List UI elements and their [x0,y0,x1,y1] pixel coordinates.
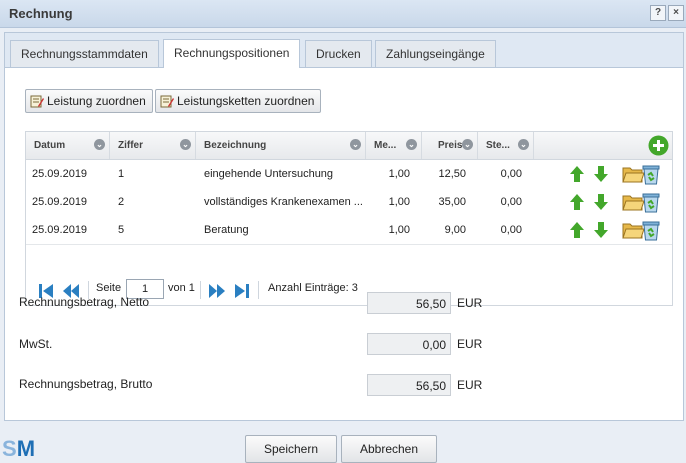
open-folder-icon[interactable] [622,220,644,240]
cell-steuer: 0,00 [500,224,522,236]
column-menu-icon[interactable]: ⌄ [462,139,473,150]
table-row[interactable]: 25.09.2019 2 vollständiges Krankenexamen… [26,188,672,217]
column-menu-icon[interactable]: ⌄ [518,139,529,150]
delete-icon[interactable] [642,191,660,213]
help-button[interactable]: ? [650,5,666,21]
assign-service-label: Leistung zuordnen [47,94,146,108]
grid-header: Datum ⌄ Ziffer ⌄ Bezeichnung ⌄ Me... ⌄ Preis… [26,132,672,160]
netto-currency: EUR [457,296,483,310]
cell-bezeichnung: eingehende Untersuchung [204,168,334,180]
brutto-currency: EUR [457,378,483,392]
window-titlebar: Rechnung ? × [0,0,686,28]
cell-steuer: 0,00 [500,196,522,208]
tab-zahlungseingaenge[interactable]: Zahlungseingänge [375,40,496,67]
cell-datum: 25.09.2019 [32,224,88,236]
column-menu-icon[interactable]: ⌄ [180,139,191,150]
column-menu-icon[interactable]: ⌄ [350,139,361,150]
mwst-currency: EUR [457,337,483,351]
delete-icon[interactable] [642,219,660,241]
mwst-label: MwSt. [19,337,53,351]
assign-chain-label: Leistungsketten zuordnen [177,94,315,108]
column-header-ziffer[interactable]: Ziffer ⌄ [110,132,196,159]
last-page-icon[interactable] [234,283,250,299]
positions-grid: Datum ⌄ Ziffer ⌄ Bezeichnung ⌄ Me... ⌄ Preis… [25,131,673,276]
column-header-menge[interactable]: Me... ⌄ [366,132,422,159]
brutto-field[interactable]: 56,50 [367,374,451,396]
move-up-icon[interactable] [570,166,584,182]
entry-count-label: Anzahl Einträge: 3 [268,282,358,294]
cell-menge: 1,00 [388,168,410,180]
next-page-icon[interactable] [208,283,226,299]
edit-note-icon [160,93,174,108]
close-button[interactable]: × [668,5,684,21]
cell-steuer: 0,00 [500,168,522,180]
page-count-label: von 1 [168,282,195,294]
cell-datum: 25.09.2019 [32,168,88,180]
delete-icon[interactable] [642,163,660,185]
table-row[interactable]: 25.09.2019 1 eingehende Untersuchung 1,0… [26,160,672,189]
column-menu-icon[interactable]: ⌄ [406,139,417,150]
cell-ziffer: 1 [118,168,125,180]
tab-rechnungsstammdaten[interactable]: Rechnungsstammdaten [10,40,159,67]
app-logo: SM [2,436,36,461]
tab-drucken[interactable]: Drucken [305,40,372,67]
move-up-icon[interactable] [570,194,584,210]
brutto-label: Rechnungsbetrag, Brutto [19,377,153,391]
open-folder-icon[interactable] [622,192,644,212]
table-row[interactable]: 25.09.2019 5 Beratung 1,00 9,00 0,00 [26,216,672,245]
cell-preis: 35,00 [438,196,466,208]
column-header-bezeichnung[interactable]: Bezeichnung ⌄ [196,132,366,159]
cell-ziffer: 2 [118,196,125,208]
tab-strip: Rechnungsstammdaten Rechnungspositionen … [5,33,683,68]
move-down-icon[interactable] [594,166,608,182]
netto-field[interactable]: 56,50 [367,292,451,314]
cell-menge: 1,00 [388,224,410,236]
separator [258,281,259,299]
column-header-datum[interactable]: Datum ⌄ [26,132,110,159]
edit-note-icon [30,93,44,108]
cell-bezeichnung: Beratung [204,224,249,236]
open-folder-icon[interactable] [622,164,644,184]
move-up-icon[interactable] [570,222,584,238]
page-label: Seite [96,282,122,294]
assign-chain-button[interactable]: Leistungsketten zuordnen [155,89,322,113]
column-header-steuer[interactable]: Ste... ⌄ [478,132,534,159]
save-button[interactable]: Speichern [245,435,337,463]
add-icon[interactable] [648,135,669,156]
separator [200,281,201,299]
netto-label: Rechnungsbetrag, Netto [19,295,150,309]
column-header-preis[interactable]: Preis ⌄ [422,132,478,159]
cell-preis: 12,50 [438,168,466,180]
cell-bezeichnung: vollständiges Krankenexamen ... [204,196,363,208]
cell-datum: 25.09.2019 [32,196,88,208]
window-title: Rechnung [9,6,73,21]
column-menu-icon[interactable]: ⌄ [94,139,105,150]
cell-preis: 9,00 [444,224,466,236]
move-down-icon[interactable] [594,194,608,210]
move-down-icon[interactable] [594,222,608,238]
window-body: Rechnungsstammdaten Rechnungspositionen … [4,32,684,421]
cell-ziffer: 5 [118,224,125,236]
column-header-actions [534,132,672,159]
cancel-button[interactable]: Abbrechen [341,435,437,463]
tab-rechnungspositionen[interactable]: Rechnungspositionen [163,39,301,68]
cell-menge: 1,00 [388,196,410,208]
assign-service-button[interactable]: Leistung zuordnen [25,89,153,113]
mwst-field[interactable]: 0,00 [367,333,451,355]
